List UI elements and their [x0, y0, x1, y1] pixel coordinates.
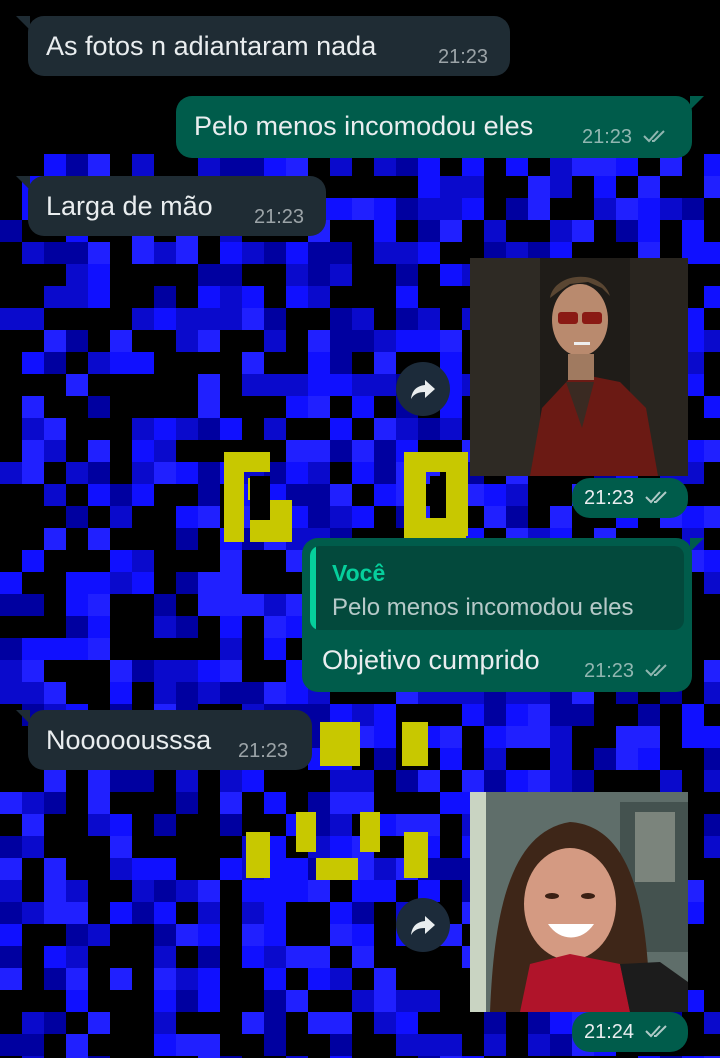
message-time: 21:23 — [584, 660, 635, 682]
forward-arrow-icon — [411, 916, 435, 935]
message-text: Objetivo cumprido — [322, 645, 540, 675]
outgoing-message-bubble[interactable]: Pelo menos incomodou eles 21:23 — [176, 96, 692, 158]
laughing-girl-photo[interactable] — [470, 792, 688, 1012]
quote-text: Pelo menos incomodou eles — [332, 594, 634, 621]
incoming-message-bubble[interactable]: Larga de mão 21:23 — [28, 176, 326, 236]
double-check-icon — [644, 1022, 671, 1044]
incoming-message-bubble[interactable]: Nooooousssa 21:23 — [28, 710, 312, 770]
man-in-red-leather-jacket-with-sunglasses-photo[interactable] — [470, 258, 688, 476]
quote-author: Você — [332, 560, 386, 586]
incoming-message-bubble[interactable]: As fotos n adiantaram nada 21:23 — [28, 16, 510, 76]
outgoing-bubble-tail — [690, 96, 704, 110]
message-time: 21:23 — [582, 126, 633, 148]
forward-button[interactable] — [396, 362, 450, 416]
message-time: 21:23 — [254, 206, 305, 228]
forward-button[interactable] — [396, 898, 450, 952]
message-time: 21:23 — [438, 46, 489, 68]
message-text: As fotos n adiantaram nada — [46, 31, 377, 61]
message-time: 21:23 — [584, 487, 635, 509]
image-time-pill: 21:23 — [572, 478, 688, 518]
double-check-icon — [644, 488, 671, 510]
quote-accent-bar — [310, 546, 316, 630]
message-time: 21:24 — [584, 1021, 635, 1043]
message-text: Pelo menos incomodou eles — [194, 111, 534, 141]
outgoing-bubble-tail — [690, 538, 704, 552]
image-time-pill: 21:24 — [572, 1012, 688, 1052]
forward-arrow-icon — [411, 380, 435, 399]
message-text: Larga de mão — [46, 191, 213, 221]
double-check-icon — [644, 661, 671, 683]
message-text: Nooooousssa — [46, 725, 212, 755]
double-check-icon — [642, 127, 669, 149]
message-time: 21:23 — [238, 740, 289, 762]
quoted-message[interactable]: Você Pelo menos incomodou eles — [310, 546, 684, 630]
